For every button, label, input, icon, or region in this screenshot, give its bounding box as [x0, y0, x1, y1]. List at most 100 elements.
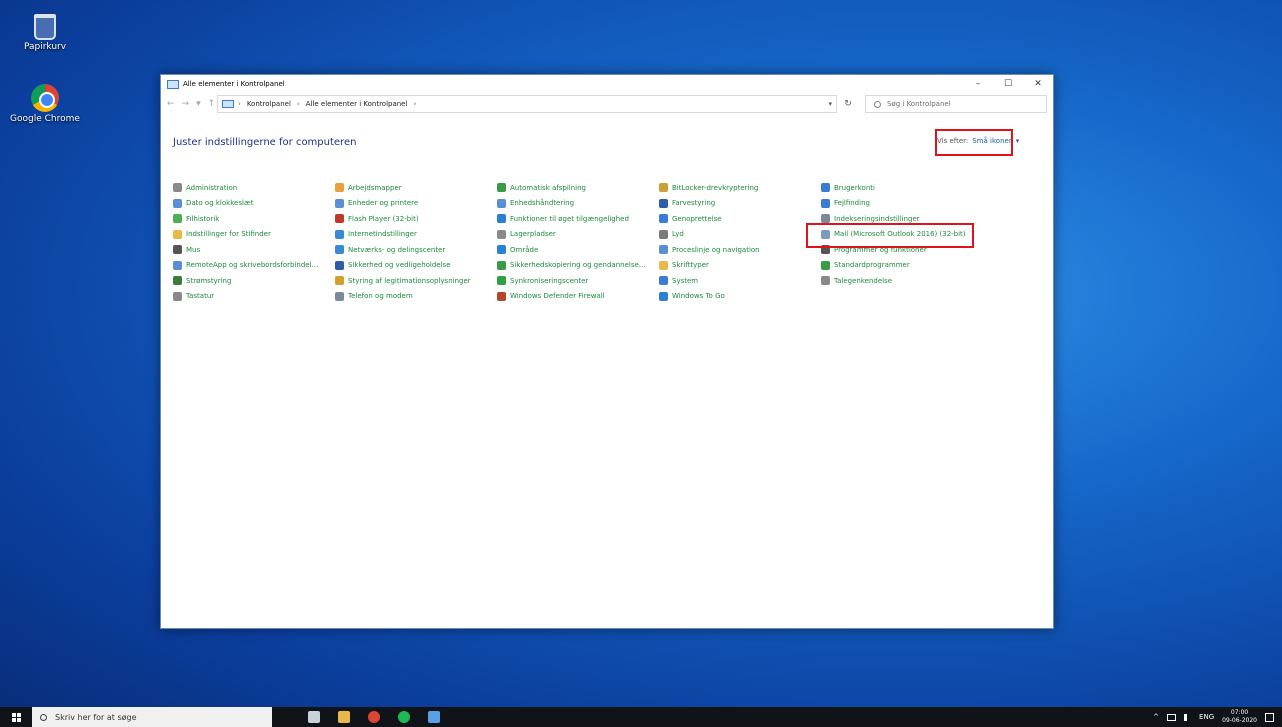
- control-panel-item[interactable]: Talegenkendelse: [821, 273, 983, 289]
- breadcrumb-all-items[interactable]: Alle elementer i Kontrolpanel: [306, 100, 408, 108]
- windows-to-go-icon: [659, 291, 668, 301]
- control-panel-item[interactable]: Enhedshåndtering: [497, 196, 659, 212]
- phone-icon: [335, 291, 344, 301]
- control-panel-item-label: Flash Player (32-bit): [348, 214, 419, 223]
- backup-icon: [497, 260, 506, 270]
- chrome-icon: [31, 84, 59, 112]
- control-panel-item[interactable]: Sikkerhedskopiering og gendannelse...: [497, 258, 659, 274]
- speaker-icon[interactable]: [1184, 713, 1191, 721]
- breadcrumb-separator: ›: [413, 100, 417, 108]
- control-panel-item[interactable]: Genoprettelse: [659, 211, 821, 227]
- control-panel-item[interactable]: Lagerpladser: [497, 227, 659, 243]
- control-panel-item[interactable]: Standardprogrammer: [821, 258, 983, 274]
- maximize-button[interactable]: ☐: [993, 75, 1023, 93]
- breadcrumb-kontrolpanel[interactable]: Kontrolpanel: [247, 100, 291, 108]
- control-panel-item[interactable]: Fejlfinding: [821, 196, 983, 212]
- sync-icon: [497, 276, 506, 286]
- control-panel-item[interactable]: Mus: [173, 242, 335, 258]
- taskbar-search-input[interactable]: Skriv her for at søge: [32, 707, 272, 727]
- file-explorer-icon[interactable]: [338, 711, 350, 723]
- control-panel-item[interactable]: Filhistorik: [173, 211, 335, 227]
- work-folders-icon: [335, 183, 344, 193]
- control-panel-item-label: Fejlfinding: [834, 199, 870, 208]
- control-panel-item-label: Funktioner til øget tilgængelighed: [510, 214, 629, 223]
- clock[interactable]: 07:00 09-06-2020: [1222, 709, 1257, 725]
- control-panel-item[interactable]: Proceslinje og navigation: [659, 242, 821, 258]
- minimize-button[interactable]: –: [963, 75, 993, 93]
- control-panel-item[interactable]: Enheder og printere: [335, 196, 497, 212]
- control-panel-item[interactable]: Sikkerhed og vedligeholdelse: [335, 258, 497, 274]
- control-panel-item[interactable]: Strømstyring: [173, 273, 335, 289]
- control-panel-item-label: Brugerkonti: [834, 183, 875, 192]
- control-panel-item[interactable]: Indstillinger for Stifinder: [173, 227, 335, 243]
- control-panel-item[interactable]: Telefon og modem: [335, 289, 497, 305]
- file-history-icon: [173, 214, 182, 224]
- language-indicator[interactable]: ENG: [1199, 713, 1214, 721]
- desktop-icon-recycle-bin[interactable]: Papirkurv: [10, 14, 80, 52]
- microphone-icon: [821, 276, 830, 286]
- user-accounts-icon: [821, 183, 830, 193]
- control-panel-item[interactable]: Brugerkonti: [821, 180, 983, 196]
- chevron-down-icon[interactable]: ▾: [1016, 137, 1020, 145]
- color-management-icon: [659, 198, 668, 208]
- control-panel-icon: [167, 79, 179, 89]
- forward-button[interactable]: →: [182, 99, 190, 109]
- search-placeholder: Søg i Kontrolpanel: [887, 100, 951, 108]
- fonts-icon: [659, 260, 668, 270]
- chrome-icon[interactable]: [368, 711, 380, 723]
- back-button[interactable]: ←: [167, 99, 175, 109]
- control-panel-item[interactable]: BitLocker-drevkryptering: [659, 180, 821, 196]
- control-panel-item[interactable]: Tastatur: [173, 289, 335, 305]
- network-icon[interactable]: [1167, 713, 1177, 721]
- control-panel-item[interactable]: Skrifttyper: [659, 258, 821, 274]
- control-panel-item[interactable]: Arbejdsmapper: [335, 180, 497, 196]
- address-bar[interactable]: › Kontrolpanel › Alle elementer i Kontro…: [217, 95, 837, 113]
- control-panel-item[interactable]: Synkroniseringscenter: [497, 273, 659, 289]
- search-icon: [874, 100, 881, 108]
- chevron-down-icon[interactable]: ▾: [828, 100, 832, 108]
- control-panel-item[interactable]: Windows To Go: [659, 289, 821, 305]
- spotify-icon[interactable]: [398, 711, 410, 723]
- control-panel-item[interactable]: Netværks- og delingscenter: [335, 242, 497, 258]
- control-panel-item-label: Enheder og printere: [348, 199, 419, 208]
- refresh-button[interactable]: ↻: [837, 99, 859, 109]
- control-panel-item[interactable]: Automatisk afspilning: [497, 180, 659, 196]
- control-panel-item-label: Proceslinje og navigation: [672, 245, 760, 254]
- search-input[interactable]: Søg i Kontrolpanel: [865, 95, 1047, 113]
- control-panel-item-label: Netværks- og delingscenter: [348, 245, 446, 254]
- notification-icon[interactable]: [1265, 712, 1274, 722]
- clock-icon: [173, 198, 182, 208]
- start-button[interactable]: [0, 712, 32, 722]
- tray-chevron-icon[interactable]: ^: [1153, 713, 1159, 721]
- control-panel-item-label: Farvestyring: [672, 199, 716, 208]
- control-panel-item-label: Dato og klokkeslæt: [186, 199, 254, 208]
- recent-locations-button[interactable]: ▾: [196, 99, 201, 109]
- clock-time: 07:00: [1230, 709, 1249, 716]
- control-panel-item-label: Enhedshåndtering: [510, 199, 575, 208]
- control-panel-item-label: Strømstyring: [186, 276, 232, 285]
- control-panel-item-label: Lyd: [672, 230, 684, 239]
- control-panel-item[interactable]: Dato og klokkeslæt: [173, 196, 335, 212]
- storage-icon: [497, 229, 506, 239]
- control-panel-item[interactable]: System: [659, 273, 821, 289]
- control-panel-item[interactable]: Windows Defender Firewall: [497, 289, 659, 305]
- taskbar: Skriv her for at søge ^ ENG 07:00 09-06-…: [0, 707, 1282, 727]
- control-panel-icon[interactable]: [428, 711, 440, 723]
- control-panel-item[interactable]: Styring af legitimationsoplysninger: [335, 273, 497, 289]
- desktop-icon-google-chrome[interactable]: Google Chrome: [10, 84, 80, 124]
- recovery-icon: [659, 214, 668, 224]
- control-panel-item[interactable]: RemoteApp og skrivebordsforbindel...: [173, 258, 335, 274]
- control-panel-item[interactable]: Flash Player (32-bit): [335, 211, 497, 227]
- control-panel-item[interactable]: Farvestyring: [659, 196, 821, 212]
- indexing-icon: [821, 214, 830, 224]
- control-panel-item-label: Sikkerhedskopiering og gendannelse...: [510, 261, 646, 270]
- control-panel-item[interactable]: Område: [497, 242, 659, 258]
- close-button[interactable]: ✕: [1023, 75, 1053, 93]
- control-panel-item[interactable]: Administration: [173, 180, 335, 196]
- title-bar[interactable]: Alle elementer i Kontrolpanel – ☐ ✕: [161, 75, 1053, 93]
- control-panel-item[interactable]: Internetindstillinger: [335, 227, 497, 243]
- control-panel-item[interactable]: Funktioner til øget tilgængelighed: [497, 211, 659, 227]
- up-button[interactable]: ↑: [208, 99, 216, 109]
- task-view-icon[interactable]: [308, 711, 320, 723]
- control-panel-item[interactable]: Lyd: [659, 227, 821, 243]
